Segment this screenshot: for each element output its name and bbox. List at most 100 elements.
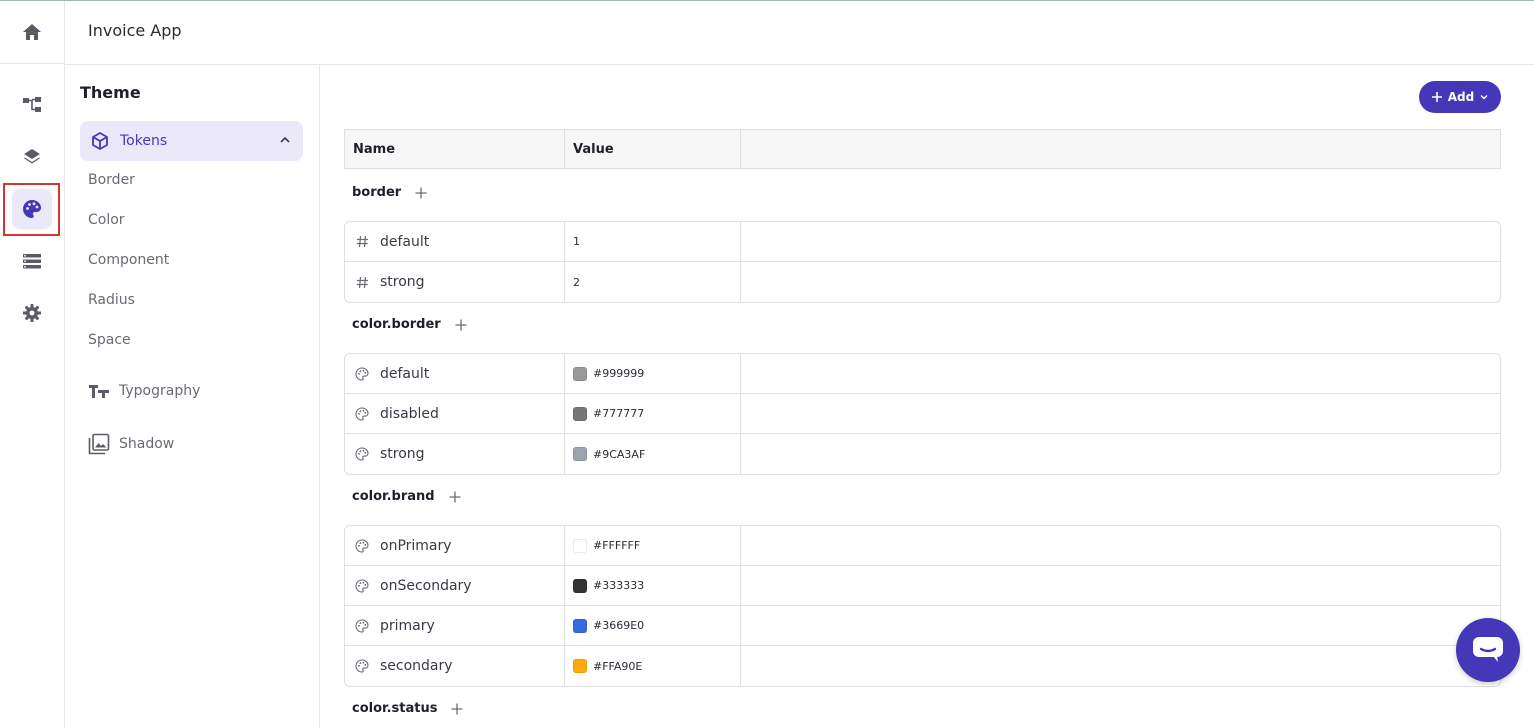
add-button-label: Add xyxy=(1447,90,1475,104)
color-swatch[interactable] xyxy=(573,618,587,633)
add-token-button[interactable] xyxy=(449,491,461,503)
token-name: secondary xyxy=(380,658,453,674)
flow-icon xyxy=(23,97,41,112)
token-name-cell: strong xyxy=(345,262,565,302)
typography-label: Typography xyxy=(119,383,201,399)
add-token-button[interactable] xyxy=(451,703,463,715)
text-size-icon xyxy=(89,385,109,398)
token-item-border[interactable]: Border xyxy=(88,172,135,188)
group-header: color.brand xyxy=(352,489,461,504)
group-title: color.border xyxy=(352,317,441,332)
group-header: border xyxy=(352,185,427,200)
hash-icon xyxy=(355,235,369,249)
token-value-cell: #333333 xyxy=(565,566,741,605)
chat-button[interactable] xyxy=(1456,618,1520,682)
group-title: color.status xyxy=(352,701,438,716)
token-value: 1 xyxy=(573,235,580,248)
color-swatch[interactable] xyxy=(573,659,587,673)
rail-item-list[interactable] xyxy=(12,241,52,281)
palette-icon xyxy=(355,447,369,461)
gear-icon xyxy=(23,304,41,322)
table-row[interactable]: default #999999 xyxy=(345,354,1500,394)
plus-icon xyxy=(455,319,467,330)
table-row[interactable]: disabled #777777 xyxy=(345,394,1500,434)
token-value: #777777 xyxy=(593,407,645,420)
token-name: strong xyxy=(380,274,425,290)
theme-sidebar: Theme Tokens Border Color Component Radi… xyxy=(65,65,320,728)
token-value-cell: 2 xyxy=(565,262,741,302)
layers-icon xyxy=(24,149,40,164)
token-name: default xyxy=(380,365,430,382)
token-value-cell: #3669E0 xyxy=(565,606,741,645)
typography-menu[interactable]: Typography xyxy=(88,381,200,401)
color-swatch[interactable] xyxy=(573,447,587,461)
token-name: disabled xyxy=(380,405,439,422)
column-header-name: Name xyxy=(345,130,565,168)
token-name: onSecondary xyxy=(380,577,472,594)
color-swatch[interactable] xyxy=(573,578,587,593)
group-title: color.brand xyxy=(352,489,435,504)
group-header: color.border xyxy=(352,317,467,332)
color-swatch[interactable] xyxy=(573,538,587,553)
list-icon xyxy=(23,254,41,269)
token-value: #9CA3AF xyxy=(593,447,646,461)
token-name-cell: onSecondary xyxy=(345,566,565,605)
rail-item-layers[interactable] xyxy=(12,137,52,177)
add-token-button[interactable] xyxy=(455,319,467,331)
color-swatch[interactable] xyxy=(573,366,587,381)
cube-icon xyxy=(92,132,108,150)
shadow-label: Shadow xyxy=(119,436,175,452)
table-row[interactable]: onSecondary #333333 xyxy=(345,566,1500,606)
shadow-menu[interactable]: Shadow xyxy=(88,433,174,455)
token-group: default 1 strong 2 xyxy=(344,221,1501,303)
icon-rail xyxy=(0,1,65,728)
tokens-label: Tokens xyxy=(120,133,168,149)
token-value: 2 xyxy=(573,275,580,289)
theme-title: Theme xyxy=(80,83,141,102)
token-name-cell: disabled xyxy=(345,394,565,433)
token-value: #999999 xyxy=(593,367,645,380)
token-name: strong xyxy=(380,446,425,462)
token-item-component[interactable]: Component xyxy=(88,252,169,268)
palette-icon xyxy=(355,659,369,673)
token-group: onPrimary #FFFFFF onSecondary #333333 pr… xyxy=(344,525,1501,687)
plus-icon xyxy=(415,187,427,198)
palette-icon xyxy=(355,406,369,421)
hash-icon xyxy=(355,275,369,289)
add-button[interactable]: Add xyxy=(1419,81,1501,113)
plus-icon xyxy=(451,703,463,714)
chat-icon xyxy=(1473,637,1503,662)
table-row[interactable]: primary #3669E0 xyxy=(345,606,1500,646)
token-name: primary xyxy=(380,617,435,634)
token-group: default #999999 disabled #777777 strong xyxy=(344,353,1501,475)
token-value-cell: 1 xyxy=(565,222,741,261)
token-name-cell: onPrimary xyxy=(345,526,565,565)
palette-icon xyxy=(355,366,369,381)
token-value: #3669E0 xyxy=(593,619,645,632)
table-row[interactable]: strong #9CA3AF xyxy=(345,434,1500,474)
rail-item-flow[interactable] xyxy=(12,85,52,125)
image-stack-icon xyxy=(88,433,110,455)
plus-icon xyxy=(449,491,461,502)
palette-icon xyxy=(355,538,369,553)
token-name-cell: secondary xyxy=(345,646,565,686)
rail-item-settings[interactable] xyxy=(12,293,52,333)
table-row[interactable]: secondary #FFA90E xyxy=(345,646,1500,686)
add-token-button[interactable] xyxy=(415,187,427,199)
token-name: onPrimary xyxy=(380,537,452,554)
table-row[interactable]: strong 2 xyxy=(345,262,1500,302)
chevron-down-icon xyxy=(1480,95,1488,100)
table-row[interactable]: onPrimary #FFFFFF xyxy=(345,526,1500,566)
color-swatch[interactable] xyxy=(573,406,587,421)
palette-icon xyxy=(355,578,369,593)
token-item-color[interactable]: Color xyxy=(88,212,125,228)
chevron-up-icon[interactable] xyxy=(278,133,292,147)
token-item-radius[interactable]: Radius xyxy=(88,292,135,308)
app-header: Invoice App xyxy=(65,1,1534,65)
token-name: default xyxy=(380,233,430,250)
tokens-menu[interactable]: Tokens xyxy=(80,121,303,161)
home-button[interactable] xyxy=(0,1,64,64)
token-table-area: Add Name Value border default 1 strong 2 xyxy=(320,65,1534,728)
table-row[interactable]: default 1 xyxy=(345,222,1500,262)
token-item-space[interactable]: Space xyxy=(88,332,131,348)
